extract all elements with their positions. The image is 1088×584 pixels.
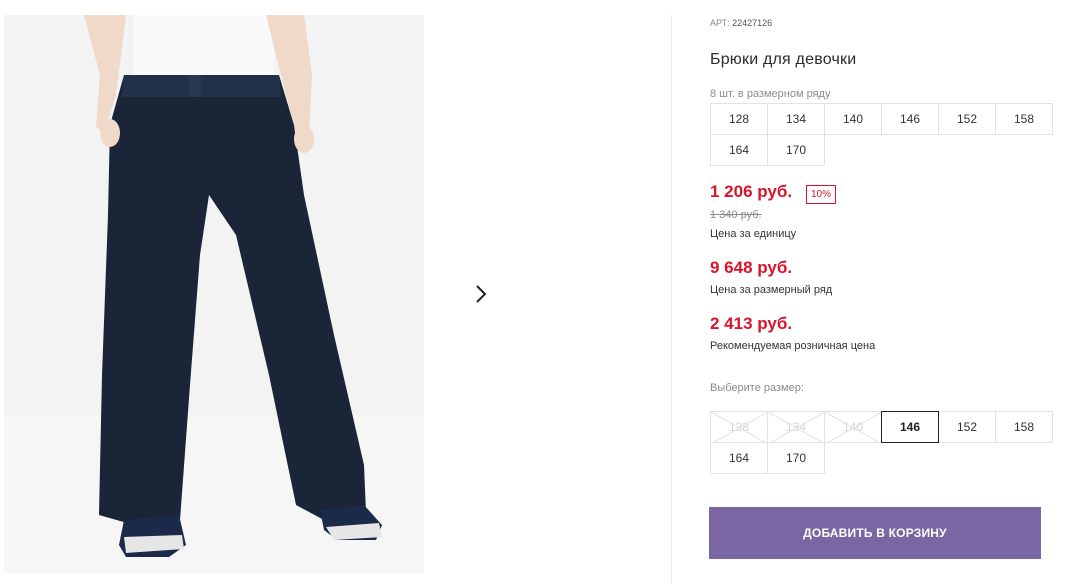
unavailable-cross-icon: [711, 412, 767, 442]
size-range-grid: 128 134 140 146 152 158 164 170: [710, 103, 1053, 166]
size-range-cell: 164: [710, 134, 768, 166]
gallery-divider: [671, 15, 672, 584]
size-selector: 128 134 140 146 152 158 164 170: [710, 411, 1053, 474]
discount-badge: 10%: [806, 185, 837, 204]
size-range-cell: 170: [767, 134, 825, 166]
unit-price-caption: Цена за единицу: [710, 228, 797, 240]
product-gallery: [0, 0, 672, 584]
size-option-164[interactable]: 164: [710, 442, 768, 474]
add-to-cart-button[interactable]: ДОБАВИТЬ В КОРЗИНУ: [709, 507, 1041, 559]
range-price-caption: Цена за размерный ряд: [710, 284, 833, 296]
size-option-128: 128: [710, 411, 768, 443]
size-range-cell: 128: [710, 103, 768, 135]
size-option-158[interactable]: 158: [995, 411, 1053, 443]
size-range-cell: 140: [824, 103, 882, 135]
size-option-134: 134: [767, 411, 825, 443]
product-photo: [84, 15, 382, 557]
range-price: 9 648 руб.: [710, 258, 793, 277]
size-range-cell: 146: [881, 103, 939, 135]
choose-size-label: Выберите размер:: [710, 382, 804, 394]
size-range-cell: 134: [767, 103, 825, 135]
size-option-170[interactable]: 170: [767, 442, 825, 474]
article-number: АРТ: 22427126: [710, 18, 772, 28]
gallery-next-button[interactable]: [455, 268, 507, 320]
article-value: 22427126: [732, 18, 773, 28]
size-option-152[interactable]: 152: [938, 411, 996, 443]
unavailable-cross-icon: [768, 412, 824, 442]
unit-price: 1 206 руб.: [710, 182, 793, 201]
chevron-right-icon: [476, 285, 487, 303]
article-label: АРТ:: [710, 18, 730, 28]
size-option-146[interactable]: 146: [881, 411, 939, 443]
unavailable-cross-icon: [825, 412, 881, 442]
retail-price: 2 413 руб.: [710, 314, 793, 333]
product-title: Брюки для девочки: [710, 51, 857, 68]
old-price: 1 340 руб.: [710, 209, 762, 221]
size-range-cell: 158: [995, 103, 1053, 135]
retail-price-caption: Рекомендуемая розничная цена: [710, 340, 876, 352]
size-option-140: 140: [824, 411, 882, 443]
size-range-cell: 152: [938, 103, 996, 135]
size-count-label: 8 шт. в размерном ряду: [710, 88, 831, 100]
